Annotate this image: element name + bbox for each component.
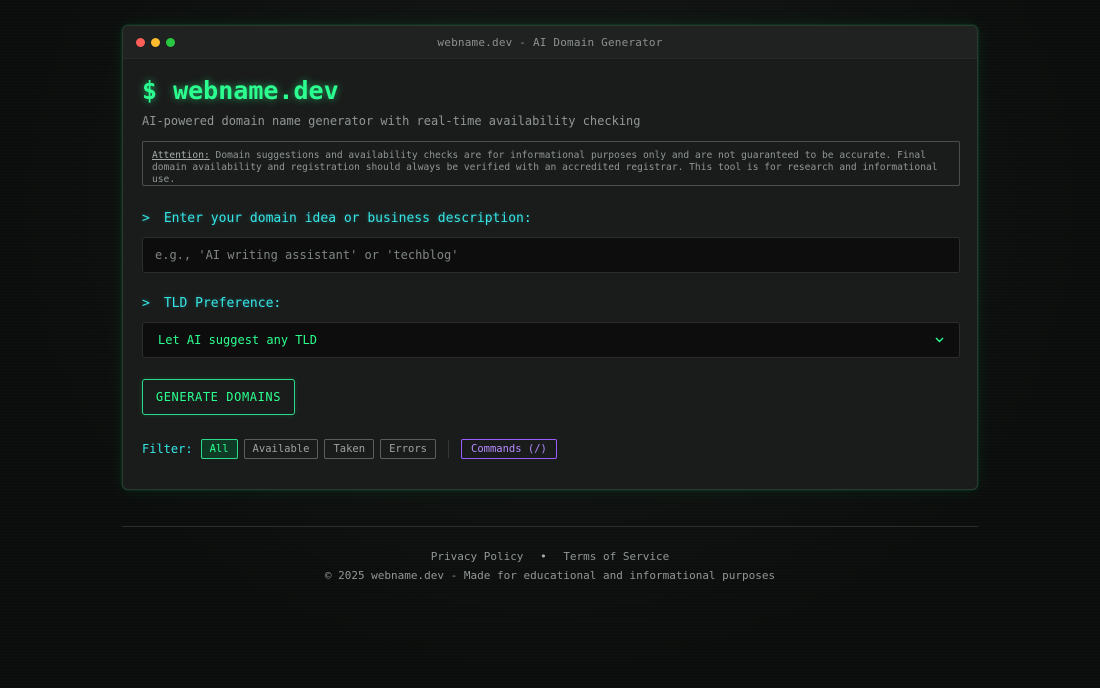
tld-preference-label-text: TLD Preference:	[163, 296, 282, 311]
disclaimer-notice: Attention: Domain suggestions and availa…	[142, 141, 960, 186]
brand-title: $ webname.dev	[142, 76, 339, 105]
minimize-dot-icon[interactable]	[151, 38, 160, 47]
notice-text: Domain suggestions and availability chec…	[152, 150, 938, 185]
generate-domains-button[interactable]: GENERATE DOMAINS	[142, 379, 295, 415]
tld-preference-label: > TLD Preference:	[142, 296, 281, 311]
prompt-marker: >	[142, 211, 150, 226]
filter-taken-button[interactable]: Taken	[324, 439, 375, 459]
filter-bar: Filter: All Available Taken Errors Comma…	[142, 439, 557, 459]
domain-idea-label-text: Enter your domain idea or business descr…	[163, 211, 532, 226]
filter-label: Filter:	[142, 442, 193, 456]
filter-all-button[interactable]: All	[200, 439, 238, 459]
tld-selected-value: Let AI suggest any TLD	[158, 333, 317, 347]
privacy-policy-link[interactable]: Privacy Policy	[431, 550, 524, 563]
prompt-symbol: $	[142, 76, 158, 105]
filter-errors-button[interactable]: Errors	[380, 439, 436, 459]
domain-idea-input[interactable]: e.g., 'AI writing assistant' or 'techblo…	[142, 237, 960, 273]
footer-bullet: •	[540, 550, 547, 563]
domain-idea-placeholder: e.g., 'AI writing assistant' or 'techblo…	[155, 248, 459, 262]
footer-divider	[122, 526, 978, 527]
window-controls	[136, 38, 175, 47]
copyright-text: © 2025 webname.dev - Made for educationa…	[324, 569, 776, 582]
notice-label: Attention:	[152, 150, 210, 161]
window-title: webname.dev - AI Domain Generator	[437, 35, 663, 49]
chevron-down-icon	[935, 335, 944, 346]
domain-idea-label: > Enter your domain idea or business desc…	[142, 211, 532, 226]
filter-available-button[interactable]: Available	[243, 439, 319, 459]
brand-name: webname.dev	[173, 76, 339, 105]
subtitle: AI-powered domain name generator with re…	[142, 114, 641, 128]
maximize-dot-icon[interactable]	[166, 38, 175, 47]
commands-button[interactable]: Commands (/)	[461, 439, 557, 459]
filter-divider	[448, 440, 449, 458]
tld-preference-select[interactable]: Let AI suggest any TLD	[142, 322, 960, 358]
footer-links: Privacy Policy • Terms of Service	[0, 550, 1100, 563]
terms-of-service-link[interactable]: Terms of Service	[563, 550, 669, 563]
close-dot-icon[interactable]	[136, 38, 145, 47]
app-window: webname.dev - AI Domain Generator $ webna…	[122, 25, 978, 490]
window-titlebar: webname.dev - AI Domain Generator	[123, 26, 977, 59]
prompt-marker: >	[142, 296, 150, 311]
